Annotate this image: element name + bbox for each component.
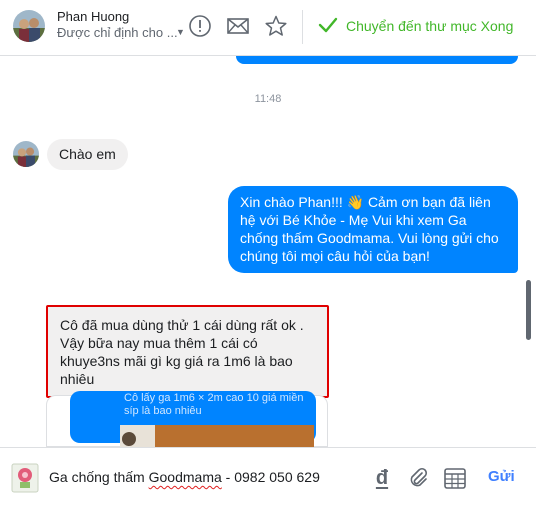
message-composer: Ga chống thấm Goodmama - 0982 050 629 đ … [0,447,536,529]
assign-dropdown[interactable]: Được chỉ định cho ... [57,25,178,40]
send-button[interactable]: Gửi [488,468,515,485]
message-input-text-end: - 0982 050 629 [221,469,320,485]
customer-message: Chào em [47,139,128,170]
message-timestamp: 11:48 [254,93,282,105]
alert-circle-icon[interactable] [188,14,212,38]
conversation-header: Phan Huong Được chỉ định cho ... ▼ Chuyể… [0,0,536,56]
attachment-photo [120,425,314,449]
misspelled-word: Goodmama [148,469,222,485]
header-divider [302,10,303,44]
contact-avatar[interactable] [13,10,45,42]
customer-question-message: Cô đã mua dùng thử 1 cái dùng rất ok . V… [46,305,329,398]
payment-icon[interactable]: đ [370,466,394,490]
paperclip-icon[interactable] [406,466,430,490]
previous-message-bubble [236,56,518,64]
page-auto-reply-message: Xin chào Phan!!! 👋 Cảm ơn bạn đã liên hệ… [228,186,518,273]
envelope-icon[interactable] [226,14,250,38]
chevron-down-icon[interactable]: ▼ [176,27,185,37]
appointment-calendar-icon[interactable] [443,466,467,490]
done-label: Chuyển đến thư mục Xong [346,18,514,34]
saved-reply-icon[interactable] [11,463,39,493]
contact-name[interactable]: Phan Huong [57,9,129,24]
move-to-done-button[interactable]: Chuyển đến thư mục Xong [318,14,513,38]
attachment-photo-detail [122,432,136,446]
currency-glyph: đ [375,466,389,489]
message-input[interactable]: Ga chống thấm Goodmama - 0982 050 629 [49,469,320,485]
message-input-text: Ga chống thấm [49,469,149,485]
conversation-scrollbar[interactable] [526,280,531,340]
check-icon [318,16,338,37]
customer-avatar [13,141,39,167]
star-icon[interactable] [264,14,288,38]
attachment-caption: Cô lấy ga 1m6 × 2m cao 10 giá miền síp l… [124,392,304,417]
